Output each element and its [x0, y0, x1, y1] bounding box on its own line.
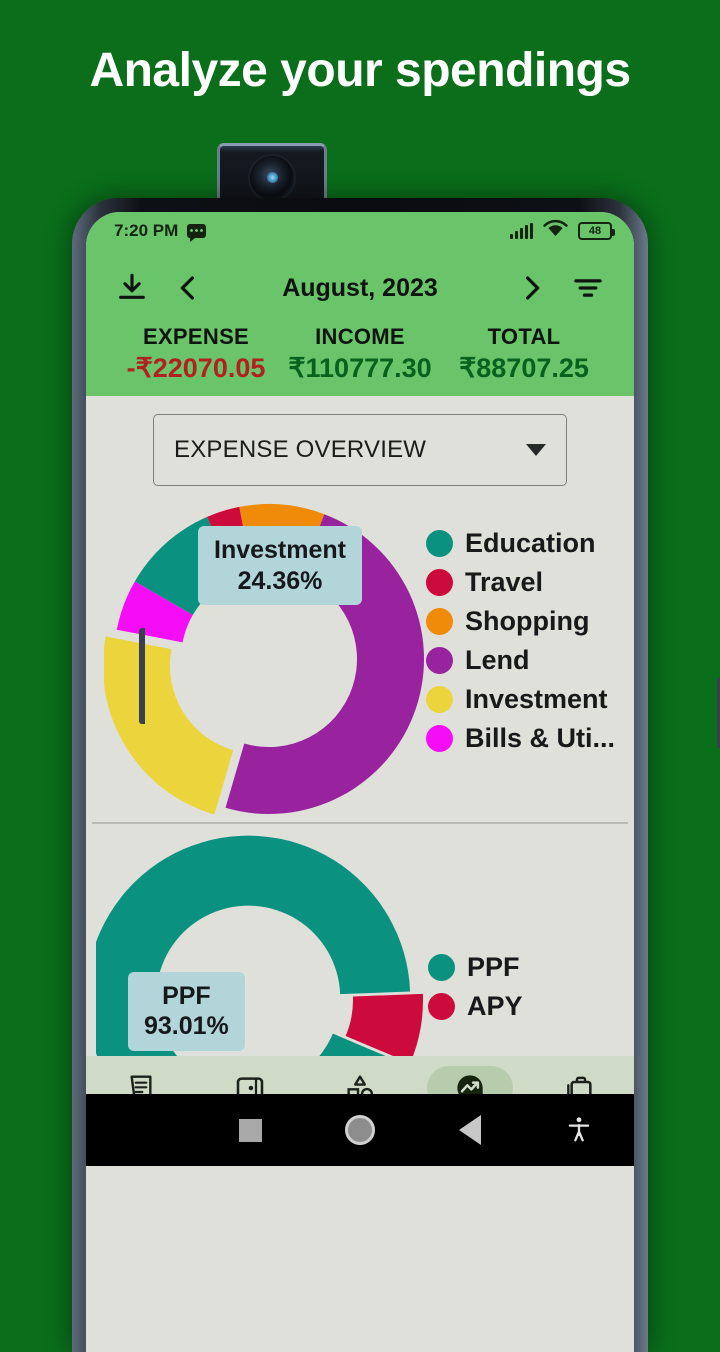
next-month-button[interactable]	[506, 262, 558, 314]
expense-overview-chart: Investment 24.36% Education Travel Shoppin…	[86, 486, 634, 822]
overview-type-value: EXPENSE OVERVIEW	[174, 436, 427, 463]
sms-icon	[187, 224, 207, 242]
legend-item[interactable]: Investment	[426, 684, 615, 715]
status-bar: 7:20 PM 48	[86, 212, 634, 250]
total-expense: EXPENSE -₹22070.05	[114, 324, 278, 384]
camera-lens-icon	[250, 156, 294, 201]
legend-item[interactable]: PPF	[428, 952, 523, 983]
square-recents-icon	[238, 1118, 262, 1142]
legend-color-dot	[428, 992, 455, 1020]
prev-month-button[interactable]	[162, 262, 214, 314]
legend-label: Lend	[465, 645, 530, 675]
legend-item[interactable]: APY	[428, 991, 523, 1022]
circle-home-icon	[344, 1115, 375, 1145]
tooltip-percent: 24.36%	[237, 566, 323, 595]
android-navigation-bar	[86, 1094, 634, 1166]
battery-level: 48	[588, 225, 602, 237]
legend-item[interactable]: Lend	[426, 645, 615, 676]
chevron-down-icon	[526, 444, 546, 456]
legend-color-dot	[426, 530, 453, 557]
expense-label: EXPENSE	[142, 324, 250, 349]
legend-label: Education	[465, 528, 596, 558]
cellular-signal-icon	[510, 223, 533, 239]
filter-icon[interactable]	[562, 262, 614, 314]
tooltip-category: PPF	[162, 981, 211, 1010]
legend-label: Bills & Uti...	[465, 723, 616, 753]
header-toolbar: August, 2023	[106, 256, 614, 320]
battery-icon: 48	[578, 222, 615, 240]
download-icon[interactable]	[106, 262, 158, 314]
accessibility-icon	[568, 1117, 590, 1142]
legend-color-dot	[426, 569, 453, 596]
volume-button[interactable]	[139, 628, 145, 724]
legend-label: APY	[467, 990, 523, 1021]
legend-label: Shopping	[465, 606, 590, 636]
legend-item[interactable]: Travel	[426, 567, 615, 598]
total-net: TOTAL ₹88707.25	[442, 324, 606, 384]
phone-screen: 7:20 PM 48 August, 2023 EXPENSE -₹22070.…	[86, 212, 634, 1352]
recents-button[interactable]	[196, 1118, 306, 1142]
legend-item[interactable]: Bills & Uti...	[426, 723, 615, 754]
home-button[interactable]	[305, 1115, 415, 1145]
legend-color-dot	[426, 647, 453, 674]
ppf-chart-tooltip: PPF 93.01%	[128, 971, 245, 1051]
legend-color-dot	[428, 953, 455, 981]
legend-label: Investment	[465, 684, 608, 714]
accessibility-button[interactable]	[524, 1115, 634, 1145]
legend-color-dot	[426, 686, 453, 713]
overview-type-select[interactable]: EXPENSE OVERVIEW	[153, 414, 567, 486]
expense-chart-legend: Education Travel Shopping Lend Investment Bil…	[426, 528, 615, 762]
total-value: ₹88707.25	[459, 353, 589, 383]
income-value: ₹110777.30	[288, 353, 432, 383]
total-label: TOTAL	[487, 324, 561, 349]
legend-label: Travel	[465, 567, 544, 597]
analysis-content: EXPENSE OVERVIEW Investment 24.36% Educa…	[86, 414, 634, 1166]
expense-value: -₹22070.05	[126, 353, 266, 383]
totals-summary: EXPENSE -₹22070.05 INCOME ₹110777.30 TOT…	[106, 320, 614, 396]
expense-chart-tooltip: Investment 24.36%	[198, 526, 362, 605]
wifi-icon	[543, 219, 568, 243]
tooltip-category: Investment	[214, 536, 346, 564]
income-label: INCOME	[315, 324, 405, 349]
legend-label: PPF	[467, 951, 520, 982]
status-bar-time: 7:20 PM	[114, 221, 179, 240]
app-header: August, 2023 EXPENSE -₹22070.05 INCOME ₹…	[86, 250, 634, 396]
legend-item[interactable]: Education	[426, 528, 615, 559]
back-button[interactable]	[415, 1115, 525, 1145]
ppf-chart-legend: PPF APY	[428, 952, 523, 1030]
triangle-back-icon	[458, 1115, 481, 1145]
phone-frame: 7:20 PM 48 August, 2023 EXPENSE -₹22070.…	[72, 198, 720, 1352]
month-title: August, 2023	[282, 273, 438, 302]
legend-color-dot	[426, 725, 453, 752]
tooltip-percent: 93.01%	[144, 1012, 229, 1040]
donut-slice-investment[interactable]	[102, 636, 234, 815]
total-income: INCOME ₹110777.30	[278, 324, 442, 384]
legend-color-dot	[426, 608, 453, 635]
legend-item[interactable]: Shopping	[426, 606, 615, 637]
promo-headline: Analyze your spendings	[89, 43, 631, 97]
